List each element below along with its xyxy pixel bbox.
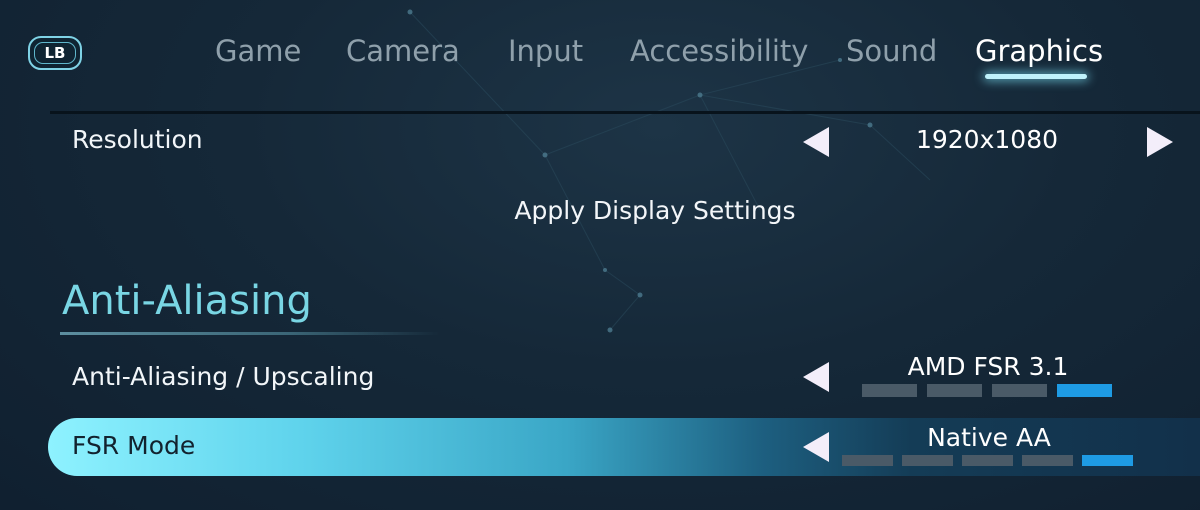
fsr-mode-option-segment	[842, 455, 893, 466]
active-tab-indicator	[985, 74, 1087, 79]
anti-aliasing-option-segment	[992, 384, 1047, 397]
anti-aliasing-option-segment	[1057, 384, 1112, 397]
anti-aliasing-option-indicator	[862, 384, 1122, 397]
resolution-value: 1920x1080	[915, 125, 1059, 154]
section-title-anti-aliasing: Anti-Aliasing	[62, 278, 312, 324]
fsr-mode-option-segment	[1082, 455, 1133, 466]
anti-aliasing-prev-arrow-icon[interactable]	[803, 362, 829, 392]
tab-accessibility[interactable]: Accessibility	[630, 34, 808, 68]
lb-bumper-button[interactable]: LB	[28, 36, 82, 70]
anti-aliasing-label: Anti-Aliasing / Upscaling	[72, 362, 375, 391]
fsr-mode-option-segment	[962, 455, 1013, 466]
fsr-mode-label: FSR Mode	[72, 431, 196, 460]
tab-camera[interactable]: Camera	[346, 34, 460, 68]
tab-graphics[interactable]: Graphics	[975, 34, 1103, 68]
fsr-mode-option-indicator	[842, 455, 1142, 466]
resolution-next-arrow-icon[interactable]	[1147, 127, 1173, 157]
header-divider	[50, 111, 1200, 114]
resolution-label: Resolution	[72, 125, 203, 154]
fsr-mode-prev-arrow-icon[interactable]	[803, 432, 829, 462]
fsr-mode-value: Native AA	[927, 423, 1051, 452]
tab-sound[interactable]: Sound	[846, 34, 937, 68]
anti-aliasing-option-segment	[862, 384, 917, 397]
anti-aliasing-value: AMD FSR 3.1	[907, 352, 1069, 381]
tab-game[interactable]: Game	[215, 34, 301, 68]
fsr-mode-option-segment	[1022, 455, 1073, 466]
apply-display-settings-button[interactable]: Apply Display Settings	[0, 196, 1200, 225]
lb-bumper-label: LB	[34, 42, 76, 64]
anti-aliasing-option-segment	[927, 384, 982, 397]
resolution-prev-arrow-icon[interactable]	[803, 127, 829, 157]
fsr-mode-option-segment	[902, 455, 953, 466]
tab-input[interactable]: Input	[508, 34, 583, 68]
section-divider	[60, 332, 440, 335]
